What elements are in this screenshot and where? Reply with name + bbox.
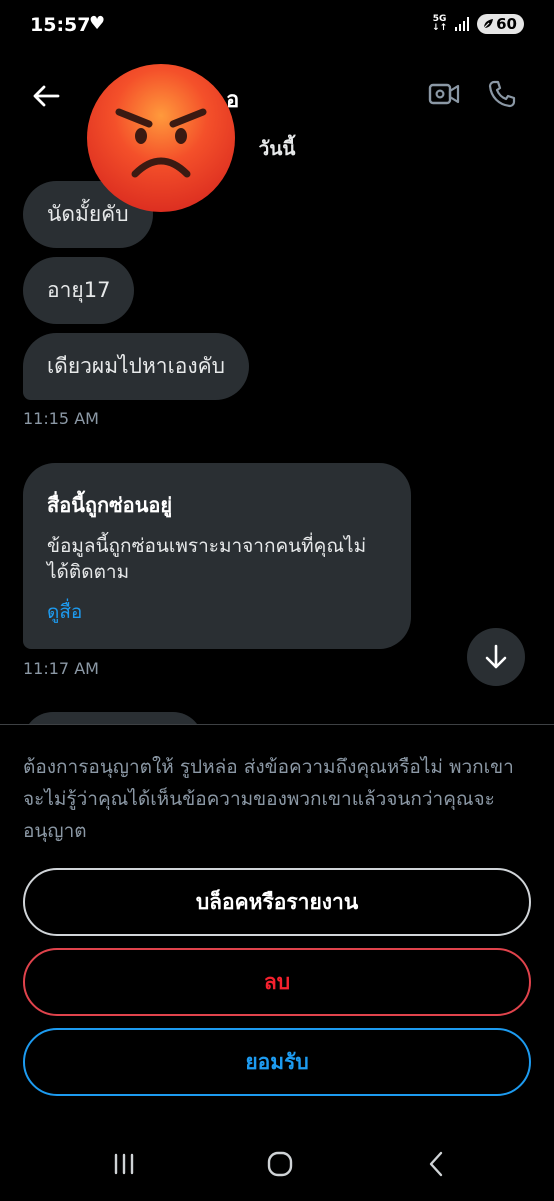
back-arrow-icon [33, 85, 60, 107]
arrow-down-icon [485, 644, 507, 669]
back-button[interactable] [26, 76, 66, 116]
hidden-media-title: สื่อนี้ถูกซ่อนอยู่ [47, 493, 173, 517]
video-call-button[interactable] [424, 74, 464, 114]
message-bubble[interactable]: อายุ17 [23, 257, 135, 324]
message-bubble[interactable]: เดียวผมไปหาเองคับ [23, 333, 250, 400]
system-navigation-bar [0, 1130, 554, 1200]
hidden-media-description: ข้อมูลนี้ถูกซ่อนเพราะมาจากคนที่คุณไม่ได้… [47, 535, 367, 583]
phone-icon [488, 80, 516, 108]
conversation-header: อ [0, 54, 554, 212]
recent-apps-button[interactable] [104, 1148, 144, 1180]
angry-face-emoji-icon[interactable] [85, 62, 237, 214]
home-icon [267, 1151, 293, 1177]
view-media-link[interactable]: ดูสื่อ [47, 597, 387, 627]
message-request-text: ต้องการอนุญาตให้ รูปหล่อ ส่งข้อความถึงคุ… [23, 756, 514, 842]
message-timestamp: 11:17 AM [23, 659, 99, 678]
block-or-report-button[interactable]: บล็อคหรือรายงาน [23, 868, 531, 936]
chevron-left-icon [429, 1151, 443, 1177]
message-timestamp: 11:15 AM [23, 409, 99, 428]
phone-call-button[interactable] [482, 74, 522, 114]
accept-button[interactable]: ยอมรับ [23, 1028, 531, 1096]
recent-apps-icon [114, 1153, 134, 1175]
home-button[interactable] [260, 1148, 300, 1180]
system-back-button[interactable] [416, 1148, 456, 1180]
hidden-media-card[interactable]: สื่อนี้ถูกซ่อนอยู่ ข้อมูลนี้ถูกซ่อนเพราะ… [23, 463, 411, 649]
scroll-to-bottom-button[interactable] [467, 628, 525, 686]
video-call-icon [428, 83, 460, 105]
delete-button[interactable]: ลบ [23, 948, 531, 1016]
